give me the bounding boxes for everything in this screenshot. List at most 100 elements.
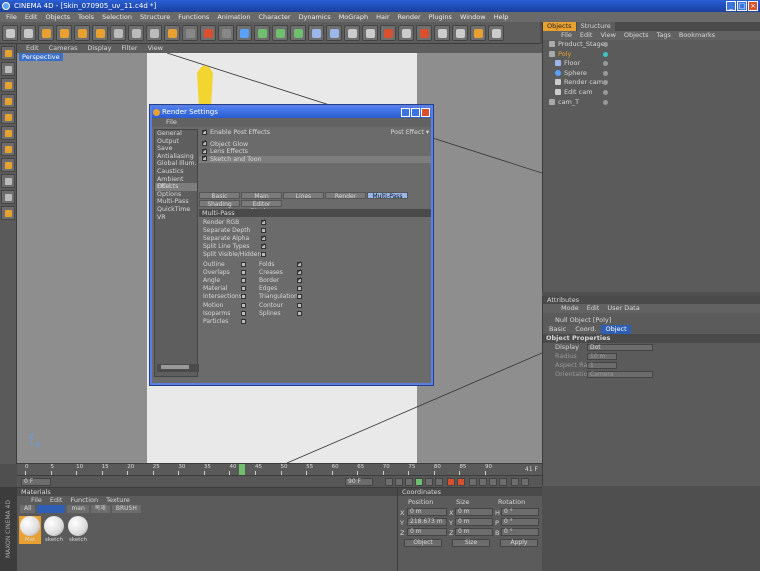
play-back-icon[interactable] (405, 478, 413, 486)
aspect-ratio-field[interactable]: 1 (587, 362, 617, 369)
maximize-button[interactable]: □ (737, 1, 747, 11)
end-frame-field[interactable]: 90 F (345, 478, 373, 486)
dialog-maximize-button[interactable] (411, 108, 420, 117)
option-checkbox[interactable] (261, 252, 266, 258)
object-row[interactable]: cam_T (543, 98, 760, 108)
axis-mode-icon[interactable] (1, 94, 15, 108)
rotate-tool-button[interactable] (92, 24, 108, 41)
light-icon[interactable] (362, 24, 378, 41)
start-frame-field[interactable]: 0 F (21, 478, 51, 486)
enable-post-effects-checkbox[interactable] (202, 128, 207, 135)
multipass-option[interactable]: Triangulation (259, 293, 307, 300)
apply-button[interactable]: Apply (500, 539, 538, 547)
effect-item[interactable]: Sketch and Toon (199, 154, 431, 164)
layout-switch-icon[interactable] (488, 24, 504, 41)
rot-b-field[interactable]: 0 ° (501, 528, 539, 536)
select-tool-button[interactable] (38, 24, 54, 41)
size-z-field[interactable]: 0 m (455, 528, 493, 536)
mat-menu-texture[interactable]: Texture (102, 496, 134, 505)
orientation-select[interactable]: Camera (587, 371, 653, 378)
go-end-icon[interactable] (435, 478, 443, 486)
option-checkbox[interactable] (297, 294, 302, 300)
menu-edit[interactable]: Edit (21, 12, 42, 22)
size-x-field[interactable]: 0 m (455, 508, 493, 516)
paint-icon[interactable] (416, 24, 432, 41)
pos-y-field[interactable]: 218.673 m (407, 518, 447, 526)
multipass-option[interactable]: Edges (259, 285, 307, 292)
key-scale-icon[interactable] (489, 478, 497, 486)
radius-field[interactable]: 10 m (587, 353, 617, 360)
viewport-menu-filter[interactable]: Filter (116, 44, 142, 53)
render-view-button[interactable] (182, 24, 198, 41)
object-row[interactable]: Product_Stage (543, 40, 760, 50)
redo-button[interactable] (20, 24, 36, 41)
multipass-option[interactable]: Contour (259, 302, 307, 309)
undo-button[interactable] (2, 24, 18, 41)
viewport-menu-edit[interactable]: Edit (21, 44, 44, 53)
tab-multipass[interactable]: Multi-Pass (367, 192, 408, 200)
scale-tool-button[interactable] (74, 24, 90, 41)
option-checkbox[interactable] (241, 286, 246, 292)
array-icon[interactable] (290, 24, 306, 41)
tweak-mode-icon[interactable] (1, 174, 15, 188)
multipass-option[interactable]: Outline (203, 261, 251, 268)
post-effect-dropdown[interactable]: Post Effect ▾ (391, 129, 429, 137)
mat-filter-brush[interactable]: BRUSH (111, 505, 141, 513)
scene-icon[interactable] (326, 24, 342, 41)
multipass-option[interactable]: Creases (259, 268, 307, 276)
move-tool-button[interactable] (56, 24, 72, 41)
rot-p-field[interactable]: 0 ° (501, 518, 539, 526)
coord-size-select[interactable]: Size (452, 539, 490, 547)
tab-render[interactable]: Render (325, 192, 366, 200)
autokey-icon[interactable] (457, 478, 465, 486)
option-checkbox[interactable] (297, 268, 302, 276)
subdivision-icon[interactable] (254, 24, 270, 41)
mat-filter-selected[interactable] (37, 505, 66, 513)
attr-menu-userdata[interactable]: User Data (603, 304, 643, 313)
timeline-icon[interactable] (511, 478, 519, 486)
x-axis-button[interactable] (110, 24, 126, 41)
render-picture-button[interactable] (200, 24, 216, 41)
multipass-option[interactable]: Border (259, 276, 307, 284)
viewport-menu-view[interactable]: View (143, 44, 168, 53)
material-item[interactable]: Mat (19, 516, 41, 544)
multipass-option[interactable]: Isoparms (203, 310, 251, 317)
option-checkbox[interactable] (297, 310, 302, 316)
multipass-option[interactable]: Splines (259, 310, 307, 317)
minimize-button[interactable]: _ (726, 1, 736, 11)
category-general[interactable]: General (155, 130, 197, 138)
mat-menu-edit[interactable]: Edit (46, 496, 67, 505)
option-checkbox[interactable] (241, 302, 246, 308)
tab-basic[interactable]: Basic (199, 192, 240, 200)
animation-mode-icon[interactable] (1, 158, 15, 172)
menu-render[interactable]: Render (394, 12, 425, 22)
option-checkbox[interactable] (241, 270, 246, 276)
timeline-settings-icon[interactable] (521, 478, 529, 486)
mat-menu-function[interactable]: Function (66, 496, 102, 505)
object-mode-icon[interactable] (1, 62, 15, 76)
menu-animation[interactable]: Animation (213, 12, 254, 22)
size-y-field[interactable]: 0 m (455, 518, 493, 526)
tab-shading[interactable]: Shading (199, 200, 240, 208)
effect-item[interactable]: Lens Effects (199, 147, 431, 156)
key-rotation-icon[interactable] (499, 478, 507, 486)
y-axis-button[interactable] (128, 24, 144, 41)
edge-mode-icon[interactable] (1, 126, 15, 140)
bodypaint-icon[interactable] (434, 24, 450, 41)
multipass-option[interactable]: Separate Depth (203, 227, 271, 234)
camera-icon[interactable] (344, 24, 360, 41)
option-checkbox[interactable] (261, 234, 266, 242)
category-ambient-occl[interactable]: Ambient Occl. (155, 176, 197, 191)
mat-menu-file[interactable]: File (27, 496, 46, 505)
multipass-option[interactable]: Split Line Types (203, 242, 271, 250)
attr-tab-object[interactable]: Object (601, 325, 631, 334)
attr-menu-edit[interactable]: Edit (583, 304, 604, 313)
option-checkbox[interactable] (297, 286, 302, 292)
multipass-option[interactable]: Motion (203, 302, 251, 309)
texture-mode-icon[interactable] (1, 78, 15, 92)
om-menu-file[interactable]: File (557, 31, 576, 40)
brush-icon[interactable] (380, 24, 396, 41)
material-item[interactable]: sketch (43, 516, 65, 544)
effect-item[interactable]: Object Glow (199, 139, 431, 149)
option-checkbox[interactable] (297, 260, 302, 267)
